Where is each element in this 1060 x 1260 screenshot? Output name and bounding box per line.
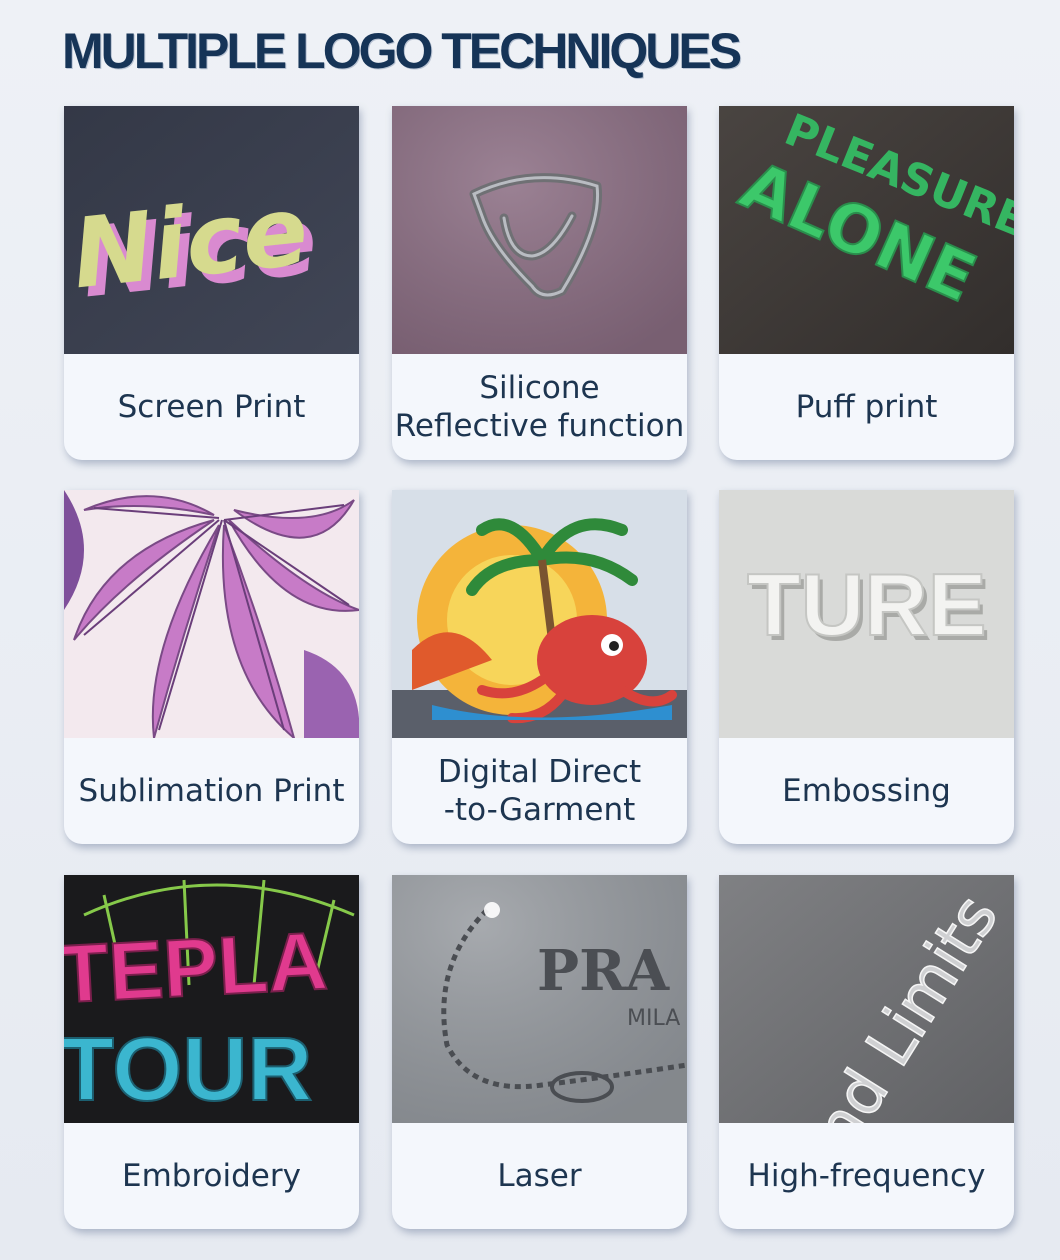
- technique-label: Silicone Reflective function: [394, 370, 685, 444]
- technique-label: Digital Direct -to-Garment: [437, 754, 642, 828]
- technique-label: Laser: [497, 1158, 582, 1194]
- embossing-photo: TURE TURE: [719, 490, 1014, 738]
- technique-card-dtg: Digital Direct -to-Garment: [392, 490, 687, 844]
- embroidery-text-line2: TOUR: [64, 1020, 312, 1120]
- laser-photo: PRA MILA: [392, 875, 687, 1123]
- technique-card-sublimation: Sublimation Print: [64, 490, 359, 844]
- technique-card-embroidery: TEPLA TOUR Embroidery: [64, 875, 359, 1229]
- technique-card-embossing: TURE TURE Embossing: [719, 490, 1014, 844]
- embroidery-text-line1: TEPLA: [64, 916, 330, 1021]
- technique-card-laser: PRA MILA Laser: [392, 875, 687, 1229]
- technique-label: High-frequency: [747, 1158, 986, 1194]
- technique-card-high-frequency: and Limits High-frequency: [719, 875, 1014, 1229]
- technique-label: Sublimation Print: [78, 773, 345, 809]
- silicone-photo: [392, 106, 687, 354]
- technique-label: Puff print: [795, 389, 938, 425]
- screen-print-photo: Nice Nice: [64, 106, 359, 354]
- embroidery-photo: TEPLA TOUR: [64, 875, 359, 1123]
- technique-card-screen-print: Nice Nice Screen Print: [64, 106, 359, 460]
- emboss-text: TURE: [747, 555, 987, 654]
- laser-text-line2: MILA: [627, 1006, 680, 1031]
- puff-print-photo: PLEASURE ALONE: [719, 106, 1014, 354]
- page-title: MULTIPLE LOGO TECHNIQUES: [62, 23, 742, 79]
- technique-card-silicone: Silicone Reflective function: [392, 106, 687, 460]
- technique-label: Embossing: [782, 773, 951, 809]
- high-frequency-photo: and Limits: [719, 875, 1014, 1123]
- technique-label: Embroidery: [122, 1158, 301, 1194]
- sublimation-photo: [64, 490, 359, 738]
- technique-label: Screen Print: [117, 389, 306, 425]
- laser-text-line1: PRA: [537, 938, 671, 1004]
- dtg-photo: [392, 490, 687, 738]
- technique-card-puff-print: PLEASURE ALONE Puff print: [719, 106, 1014, 460]
